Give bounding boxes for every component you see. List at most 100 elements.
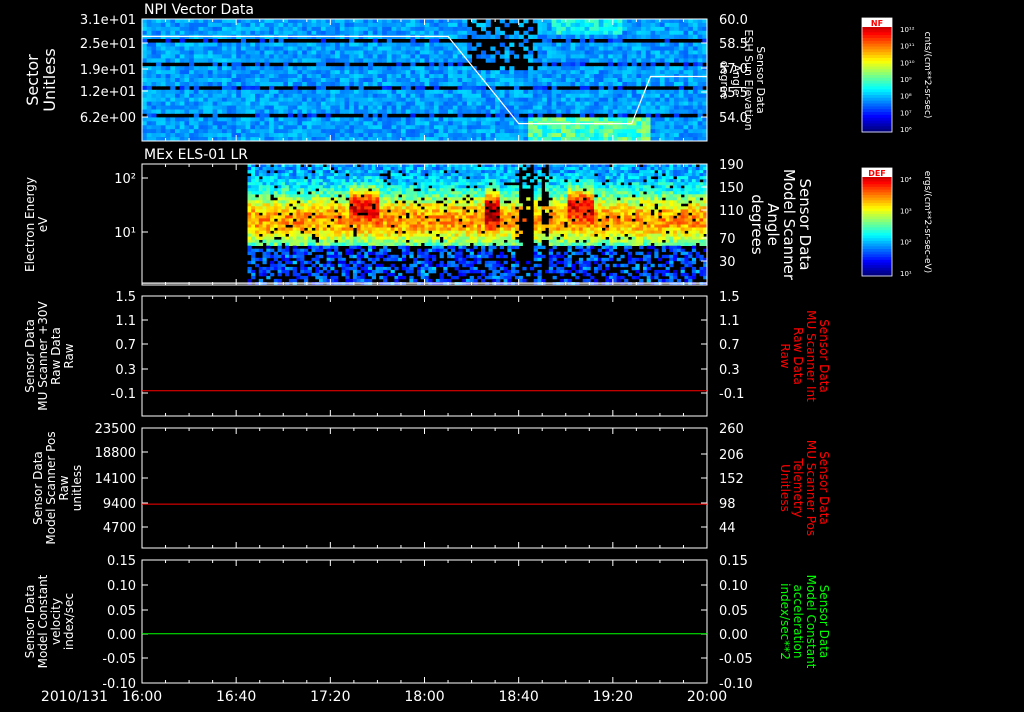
spectrogram-cell xyxy=(311,105,317,110)
spectrogram-cell xyxy=(420,251,425,256)
spectrogram-cell xyxy=(650,54,656,59)
spectrogram-cell xyxy=(165,82,171,87)
spectrogram-cell xyxy=(203,50,209,55)
spectrogram-cell xyxy=(146,82,152,87)
spectrogram-cell xyxy=(546,42,552,47)
spectrogram-cell xyxy=(386,185,391,189)
spectrogram-cell xyxy=(674,66,680,71)
spectrogram-cell xyxy=(304,242,309,246)
spectrogram-cell xyxy=(485,74,491,79)
spectrogram-cell xyxy=(674,70,680,75)
spectrogram-cell xyxy=(424,257,429,262)
spectrogram-cell xyxy=(273,19,279,24)
spectrogram-cell xyxy=(438,46,444,51)
spectrogram-cell xyxy=(165,121,171,126)
spectrogram-cell xyxy=(428,233,433,237)
spectrogram-cell xyxy=(255,74,261,79)
spectrogram-cell xyxy=(300,254,305,259)
spectrogram-cell xyxy=(603,74,609,79)
spectrogram-cell xyxy=(490,101,496,106)
spectrogram-cell xyxy=(270,188,275,192)
spectrogram-cell xyxy=(277,215,282,219)
spectrogram-cell xyxy=(288,176,294,180)
spectrogram-cell xyxy=(330,121,336,126)
spectrogram-cell xyxy=(659,19,665,24)
spectrogram-cell xyxy=(405,125,411,130)
spectrogram-cell xyxy=(264,101,270,106)
spectrogram-cell xyxy=(356,269,361,274)
spectrogram-cell xyxy=(363,101,369,106)
spectrogram-cell xyxy=(341,236,346,240)
spectrogram-cell xyxy=(170,85,176,91)
spectrogram-cell xyxy=(575,97,581,102)
spectrogram-cell xyxy=(394,212,399,216)
spectrogram-cell xyxy=(664,54,670,59)
spectrogram-cell xyxy=(394,221,399,225)
spectrogram-cell xyxy=(528,129,534,134)
spectrogram-cell xyxy=(273,182,278,186)
spectrogram-cell xyxy=(371,269,376,274)
spectrogram-cell xyxy=(151,54,157,59)
spectrogram-cell xyxy=(603,19,609,24)
spectrogram-cell xyxy=(349,182,354,186)
spectrogram-cell xyxy=(288,215,294,219)
spectrogram-cell xyxy=(360,224,365,228)
spectrogram-cell xyxy=(300,170,305,174)
spectrogram-cell xyxy=(692,34,698,39)
spectrogram-cell xyxy=(255,188,260,192)
spectrogram-cell xyxy=(409,239,414,243)
spectrogram-cell xyxy=(448,26,454,32)
spectrogram-cell xyxy=(151,58,157,63)
spectrogram-cell xyxy=(398,197,403,201)
spectrogram-cell xyxy=(532,109,538,114)
spectrogram-cell xyxy=(203,125,209,130)
spectrogram-cell xyxy=(146,121,152,126)
spectrogram-cell xyxy=(360,188,365,192)
spectrogram-cell xyxy=(386,218,391,222)
spectrogram-cell xyxy=(452,26,458,32)
spectrogram-cell xyxy=(636,89,642,95)
spectrogram-cell xyxy=(296,176,301,180)
spectrogram-cell xyxy=(337,227,343,231)
spectrogram-cell xyxy=(443,97,449,102)
spectrogram-cell xyxy=(683,97,689,102)
spectrogram-cell xyxy=(251,212,256,216)
spectrogram-cell xyxy=(292,191,297,195)
spectrogram-cell xyxy=(151,125,157,130)
spectrogram-cell xyxy=(594,74,600,79)
spectrogram-cell xyxy=(189,125,195,130)
spectrogram-cell xyxy=(311,179,316,183)
spectrogram-cell xyxy=(288,105,294,110)
spectrogram-cell xyxy=(326,197,331,201)
spectrogram-cell xyxy=(236,133,242,138)
spectrogram-cell xyxy=(146,50,152,55)
spectrogram-cell xyxy=(170,42,176,47)
spectrogram-cell xyxy=(198,22,204,28)
spectrogram-cell xyxy=(319,179,324,183)
spectrogram-cell xyxy=(542,26,548,32)
spectrogram-cell xyxy=(288,70,294,75)
spectrogram-cell xyxy=(424,109,430,114)
spectrogram-cell xyxy=(485,19,491,24)
spectrogram-cell xyxy=(368,191,373,195)
spectrogram-cell xyxy=(330,278,335,283)
spectrogram-cell xyxy=(432,218,437,222)
spectrogram-cell xyxy=(352,269,358,274)
spectrogram-cell xyxy=(594,101,600,106)
spectrogram-cell xyxy=(394,242,399,246)
spectrogram-cell xyxy=(363,78,369,83)
spectrogram-cell xyxy=(255,62,261,67)
spectrogram-cell xyxy=(296,239,301,243)
spectrogram-cell xyxy=(514,113,520,118)
spectrogram-cell xyxy=(523,46,529,51)
spectrogram-cell xyxy=(320,30,326,36)
spectrogram-cell xyxy=(285,272,290,277)
spectrogram-cell xyxy=(579,129,585,134)
spectrogram-cell xyxy=(269,133,275,138)
spectrogram-cell xyxy=(240,46,246,51)
spectrogram-cell xyxy=(514,70,520,75)
spectrogram-cell xyxy=(485,97,491,102)
spectrogram-cell xyxy=(372,70,378,75)
spectrogram-cell xyxy=(175,74,181,79)
spectrogram-cell xyxy=(386,200,391,204)
